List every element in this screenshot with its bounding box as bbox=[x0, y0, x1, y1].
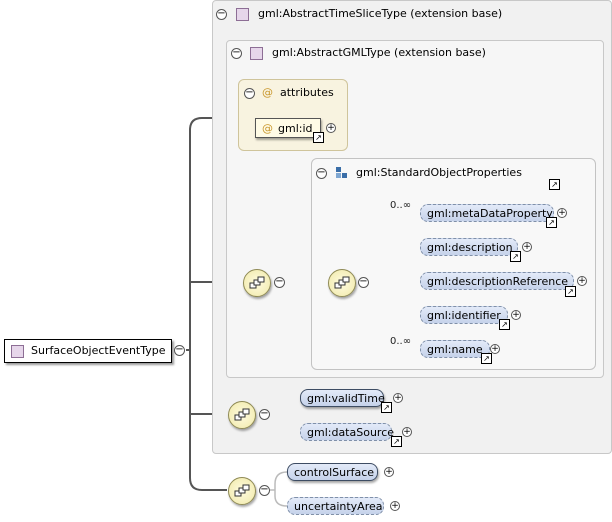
link-arrow-icon[interactable]: ↗ bbox=[313, 132, 324, 143]
collapse-icon[interactable]: − bbox=[259, 409, 270, 420]
standard-object-properties-title: gml:StandardObjectProperties bbox=[356, 166, 522, 179]
collapse-icon[interactable]: − bbox=[316, 168, 327, 179]
complex-type-icon bbox=[250, 47, 263, 60]
abstract-time-slice-title: gml:AbstractTimeSliceType (extension bas… bbox=[258, 7, 503, 20]
expand-icon[interactable]: + bbox=[402, 427, 412, 437]
group-icon bbox=[336, 167, 348, 179]
collapse-icon[interactable]: − bbox=[259, 485, 270, 496]
sequence-icon bbox=[334, 276, 350, 289]
element-uncertainty-area[interactable]: uncertaintyArea bbox=[287, 497, 384, 515]
expand-icon[interactable]: + bbox=[522, 242, 532, 252]
root-complex-type[interactable]: SurfaceObjectEventType bbox=[4, 339, 172, 363]
sequence-icon bbox=[234, 408, 250, 421]
complex-type-icon bbox=[236, 8, 249, 21]
collapse-icon[interactable]: − bbox=[216, 9, 227, 20]
attribute-label: gml:id bbox=[278, 122, 313, 135]
sequence-compositor bbox=[228, 401, 256, 429]
root-label: SurfaceObjectEventType bbox=[31, 344, 166, 357]
link-arrow-icon[interactable]: ↗ bbox=[381, 402, 392, 413]
collapse-icon[interactable]: − bbox=[274, 277, 285, 288]
element-control-surface[interactable]: controlSurface bbox=[287, 463, 378, 481]
element-name[interactable]: gml:name bbox=[420, 340, 490, 358]
element-description[interactable]: gml:description bbox=[420, 238, 518, 256]
expand-icon[interactable]: + bbox=[390, 501, 400, 511]
expand-icon[interactable]: + bbox=[490, 344, 500, 354]
complex-type-icon bbox=[11, 345, 24, 358]
element-description-reference[interactable]: gml:descriptionReference bbox=[420, 272, 574, 290]
collapse-icon[interactable]: − bbox=[244, 88, 255, 99]
abstract-gml-title: gml:AbstractGMLType (extension base) bbox=[272, 46, 486, 59]
link-arrow-icon[interactable]: ↗ bbox=[481, 353, 492, 364]
link-arrow-icon[interactable]: ↗ bbox=[565, 286, 576, 297]
element-identifier[interactable]: gml:identifier bbox=[420, 306, 508, 324]
link-arrow-icon[interactable]: ↗ bbox=[391, 436, 402, 447]
attribute-gml-id[interactable]: @ gml:id bbox=[255, 118, 321, 138]
attribute-icon: @ bbox=[262, 122, 273, 135]
sequence-compositor bbox=[328, 269, 356, 297]
element-data-source[interactable]: gml:dataSource bbox=[300, 423, 394, 441]
expand-icon[interactable]: + bbox=[557, 208, 567, 218]
attribute-icon: @ bbox=[262, 86, 273, 99]
expand-icon[interactable]: + bbox=[577, 276, 587, 286]
link-arrow-icon[interactable]: ↗ bbox=[546, 217, 557, 228]
sequence-compositor bbox=[228, 477, 256, 505]
collapse-icon[interactable]: − bbox=[231, 48, 242, 59]
link-arrow-icon[interactable]: ↗ bbox=[499, 319, 510, 330]
element-metadata-property[interactable]: gml:metaDataProperty bbox=[420, 204, 554, 222]
attributes-title: attributes bbox=[280, 86, 334, 99]
occurrence-label: 0..∞ bbox=[390, 336, 412, 347]
sequence-compositor bbox=[243, 269, 271, 297]
sequence-icon bbox=[234, 484, 250, 497]
link-arrow-icon[interactable]: ↗ bbox=[510, 251, 521, 262]
collapse-icon[interactable]: − bbox=[174, 345, 185, 356]
collapse-icon[interactable]: − bbox=[358, 277, 369, 288]
element-valid-time[interactable]: gml:validTime bbox=[300, 389, 385, 407]
expand-icon[interactable]: + bbox=[511, 310, 521, 320]
link-arrow-icon[interactable]: ↗ bbox=[549, 179, 560, 190]
sequence-icon bbox=[249, 276, 265, 289]
expand-icon[interactable]: + bbox=[384, 467, 394, 477]
expand-icon[interactable]: + bbox=[326, 123, 336, 133]
occurrence-label: 0..∞ bbox=[390, 200, 412, 211]
expand-icon[interactable]: + bbox=[393, 393, 403, 403]
